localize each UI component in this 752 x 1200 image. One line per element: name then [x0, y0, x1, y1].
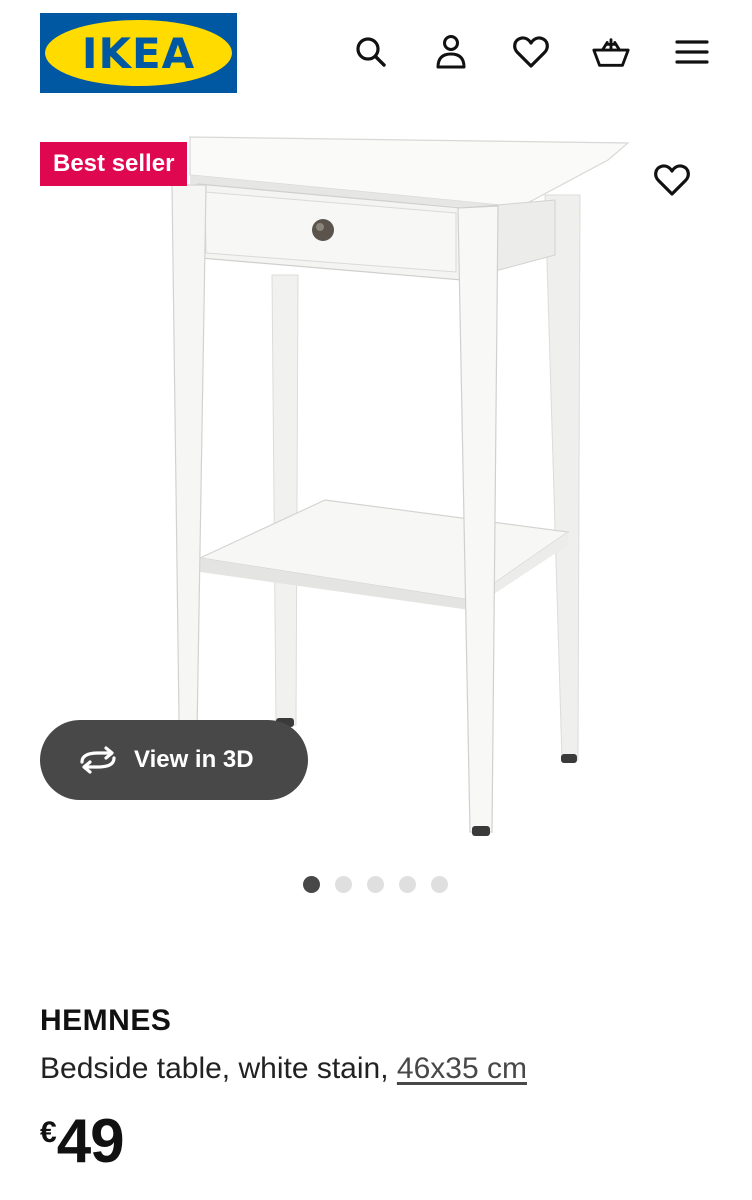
search-icon[interactable] [351, 32, 391, 72]
header: IKEA [0, 0, 752, 110]
logo-text: IKEA [81, 28, 196, 78]
best-seller-badge: Best seller [40, 142, 188, 186]
carousel-dot[interactable] [367, 876, 384, 893]
price-amount: 49 [56, 1107, 125, 1176]
carousel-dot[interactable] [399, 876, 416, 893]
basket-icon[interactable] [591, 32, 631, 72]
menu-icon[interactable] [672, 32, 712, 72]
carousel-dot[interactable] [431, 876, 448, 893]
carousel-dot[interactable] [335, 876, 352, 893]
product-description: Bedside table, white stain, 46x35 cm [40, 1052, 527, 1086]
product-size-link[interactable]: 46x35 cm [397, 1052, 527, 1085]
view-in-3d-button[interactable]: View in 3D [40, 720, 308, 800]
image-carousel-dots [303, 876, 448, 893]
product-description-text: Bedside table, white stain, [40, 1052, 389, 1085]
user-icon[interactable] [431, 32, 471, 72]
favourite-heart-icon[interactable] [652, 160, 692, 200]
carousel-dot[interactable] [303, 876, 320, 893]
rotate-3d-icon [76, 745, 120, 775]
heart-icon[interactable] [511, 32, 551, 72]
logo-oval: IKEA [45, 20, 232, 86]
price-currency: € [40, 1116, 57, 1149]
product-name: HEMNES [40, 1004, 172, 1037]
ikea-logo[interactable]: IKEA [40, 13, 237, 93]
product-price: € 49 [40, 1107, 125, 1176]
view-in-3d-label: View in 3D [134, 746, 254, 773]
